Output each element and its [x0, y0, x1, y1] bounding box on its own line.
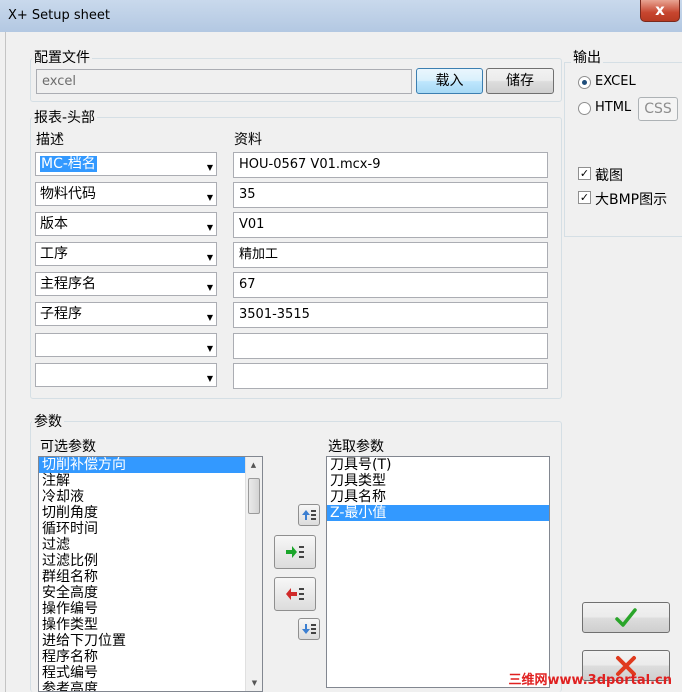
available-items: 切削补偿方向 注解 冷却液 切削角度 循环时间 过滤 过滤比例 群组名称 安全高度 操作编号 操作类… [39, 457, 247, 691]
html-radio-label: HTML [595, 100, 632, 115]
selected-params-list[interactable]: 刀具号(T) 刀具类型 刀具名称 Z-最小值 [326, 456, 550, 688]
header-data-field[interactable]: V01 [233, 212, 548, 238]
selected-param-item[interactable]: 刀具名称 [327, 489, 549, 505]
header-desc-combo[interactable]: ▼ [35, 333, 217, 357]
config-group-label: 配置文件 [32, 47, 92, 67]
dropdown-arrow-icon[interactable]: ▼ [207, 307, 213, 329]
screenshot-label: 截图 [595, 168, 623, 184]
header-desc-combo[interactable]: 工序 ▼ [35, 242, 217, 266]
selected-param-item[interactable]: 刀具类型 [327, 473, 549, 489]
data-column-label: 资料 [234, 132, 262, 148]
header-desc-value: 版本 [40, 216, 68, 232]
header-desc-combo[interactable]: 物料代码 ▼ [35, 182, 217, 206]
output-divider [564, 62, 565, 236]
selected-params-label: 选取参数 [328, 439, 384, 455]
available-param-item[interactable]: 程序名称 [39, 649, 247, 665]
screenshot-checkbox[interactable]: ✓ [578, 167, 591, 180]
title-bar: X+ Setup sheet x [0, 0, 682, 32]
dropdown-arrow-icon[interactable]: ▼ [207, 187, 213, 209]
scroll-down-icon[interactable]: ▼ [247, 675, 262, 691]
dropdown-arrow-icon[interactable]: ▼ [207, 338, 213, 360]
dropdown-arrow-icon[interactable]: ▼ [207, 217, 213, 239]
ok-button[interactable] [582, 602, 670, 633]
header-group-label: 报表-头部 [32, 107, 98, 127]
check-icon: ✓ [579, 167, 590, 180]
selected-items: 刀具号(T) 刀具类型 刀具名称 Z-最小值 [327, 457, 549, 521]
css-button[interactable]: CSS [638, 97, 678, 121]
header-desc-value: 工序 [40, 246, 68, 262]
dropdown-arrow-icon[interactable]: ▼ [207, 247, 213, 269]
header-desc-value: 物料代码 [40, 186, 96, 202]
window-title: X+ Setup sheet [8, 8, 111, 23]
available-param-item[interactable]: 注解 [39, 473, 247, 489]
close-button[interactable]: x [640, 0, 680, 22]
available-param-item[interactable]: 切削角度 [39, 505, 247, 521]
scroll-up-icon[interactable]: ▲ [246, 457, 261, 473]
excel-radio[interactable] [578, 76, 591, 89]
dropdown-arrow-icon[interactable]: ▼ [207, 157, 213, 179]
load-button[interactable]: 载入 [416, 68, 483, 94]
close-icon: x [655, 1, 665, 19]
dropdown-arrow-icon[interactable]: ▼ [207, 368, 213, 390]
save-button[interactable]: 储存 [486, 68, 554, 94]
available-param-item[interactable]: 参考高度 [39, 681, 247, 691]
params-group-label: 参数 [32, 411, 64, 431]
header-data-field[interactable]: 35 [233, 182, 548, 208]
header-data-field[interactable]: HOU-0567 V01.mcx-9 [233, 152, 548, 178]
selected-param-item[interactable]: Z-最小值 [327, 505, 549, 521]
header-data-field[interactable] [233, 333, 548, 359]
check-icon: ✓ [579, 191, 590, 204]
dropdown-arrow-icon[interactable]: ▼ [207, 277, 213, 299]
move-up-icon [302, 510, 316, 520]
header-data-field[interactable]: 3501-3515 [233, 302, 548, 328]
output-group-label: 输出 [571, 47, 603, 67]
scroll-thumb[interactable] [248, 478, 260, 514]
available-param-item[interactable]: 程式编号 [39, 665, 247, 681]
available-param-item[interactable]: 过滤比例 [39, 553, 247, 569]
header-desc-value: MC-档名 [40, 156, 97, 172]
frame-border [5, 32, 6, 692]
remove-arrow-icon [286, 588, 304, 600]
header-data-field[interactable]: 67 [233, 272, 548, 298]
available-param-item[interactable]: 操作类型 [39, 617, 247, 633]
header-data-field[interactable]: 精加工 [233, 242, 548, 268]
available-param-item[interactable]: 群组名称 [39, 569, 247, 585]
config-file-field[interactable]: excel [36, 69, 412, 94]
available-params-list[interactable]: 切削补偿方向 注解 冷却液 切削角度 循环时间 过滤 过滤比例 群组名称 安全高度 操作编号 操作类… [38, 456, 263, 692]
header-desc-combo[interactable]: ▼ [35, 363, 217, 387]
available-param-item[interactable]: 进给下刀位置 [39, 633, 247, 649]
bmp-checkbox[interactable]: ✓ [578, 191, 591, 204]
add-arrow-icon [286, 546, 304, 558]
available-param-item[interactable]: 循环时间 [39, 521, 247, 537]
desc-column-label: 描述 [36, 132, 64, 148]
move-down-icon [302, 624, 316, 634]
available-param-item[interactable]: 切削补偿方向 [39, 457, 247, 473]
add-param-button[interactable] [274, 535, 316, 569]
header-desc-combo[interactable]: 子程序 ▼ [35, 302, 217, 326]
checkmark-icon [615, 608, 637, 627]
header-desc-combo[interactable]: 主程序名 ▼ [35, 272, 217, 296]
available-params-label: 可选参数 [40, 439, 96, 455]
html-radio[interactable] [578, 102, 591, 115]
excel-radio-label: EXCEL [595, 74, 636, 89]
move-up-button[interactable] [298, 504, 320, 526]
bmp-label: 大BMP图示 [595, 192, 668, 208]
header-desc-value: 子程序 [40, 306, 82, 322]
remove-param-button[interactable] [274, 577, 316, 611]
available-param-item[interactable]: 安全高度 [39, 585, 247, 601]
watermark: 三维网www.3dportal.cn [508, 673, 672, 688]
available-param-item[interactable]: 冷却液 [39, 489, 247, 505]
header-desc-combo[interactable]: MC-档名 ▼ [35, 152, 217, 176]
available-scrollbar[interactable]: ▲ ▼ [245, 457, 262, 691]
move-down-button[interactable] [298, 618, 320, 640]
available-param-item[interactable]: 操作编号 [39, 601, 247, 617]
available-param-item[interactable]: 过滤 [39, 537, 247, 553]
header-desc-value: 主程序名 [40, 276, 96, 292]
selected-param-item[interactable]: 刀具号(T) [327, 457, 549, 473]
output-bottom-divider [564, 236, 682, 237]
header-desc-combo[interactable]: 版本 ▼ [35, 212, 217, 236]
header-data-field[interactable] [233, 363, 548, 389]
